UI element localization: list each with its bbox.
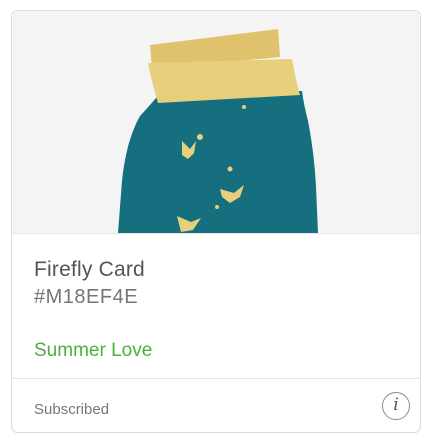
- firefly-dot-3: [215, 205, 219, 209]
- card-title[interactable]: Firefly Card: [34, 258, 145, 282]
- info-icon[interactable]: i: [382, 392, 410, 420]
- firefly-dot-1: [197, 134, 203, 140]
- card-image[interactable]: [12, 11, 420, 233]
- jar-body: [118, 91, 318, 233]
- firefly-jar-illustration: [118, 29, 318, 233]
- firefly-dot-4: [242, 105, 246, 109]
- card-body: Firefly Card #M18EF4E Summer Love: [12, 233, 420, 379]
- card-product-code: #M18EF4E: [34, 286, 139, 308]
- firefly-dot-2: [227, 166, 233, 172]
- card-collection-link[interactable]: Summer Love: [34, 340, 152, 362]
- subscription-status: Subscribed: [34, 401, 110, 418]
- card-footer: Subscribed i: [12, 378, 420, 432]
- product-card[interactable]: Firefly Card #M18EF4E Summer Love Subscr…: [11, 10, 421, 433]
